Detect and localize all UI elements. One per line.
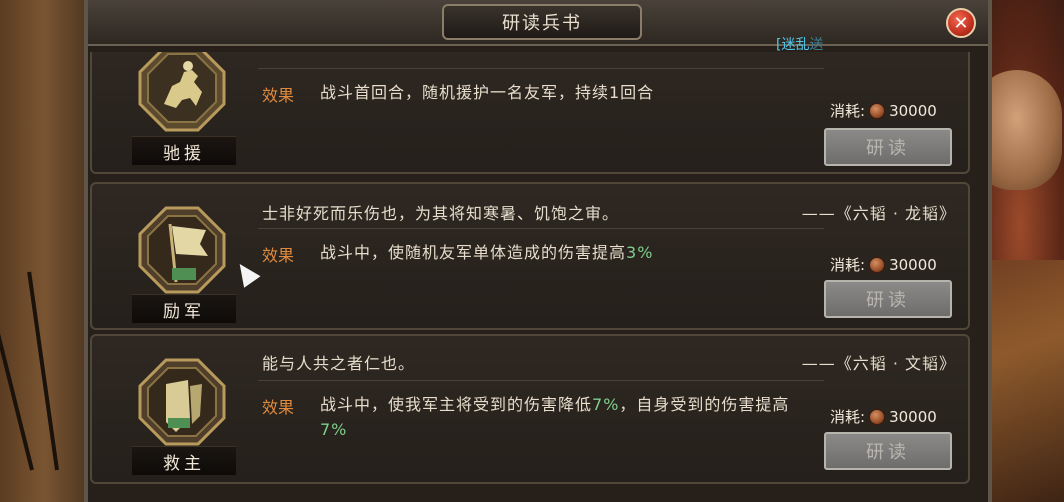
cost-value: 30000 xyxy=(889,407,937,426)
shield-icon xyxy=(136,356,228,448)
study-button[interactable]: 研读 xyxy=(824,280,952,318)
skill-name: 救主 xyxy=(132,446,236,475)
effect-text: 战斗中，使我军主将受到的伤害降低7%，自身受到的伤害提高7% xyxy=(320,392,810,442)
skill-quote: 士非好死而乐伤也，为其将知寒暑、饥饱之审。 xyxy=(262,204,620,223)
cost-value: 30000 xyxy=(889,255,937,274)
study-button[interactable]: 研读 xyxy=(824,128,952,166)
horse-rider-icon xyxy=(136,52,228,134)
study-book-dialog: 研读兵书 ✕ [迷乱送 驰援 效果 战斗首回合，随机援护一名友军，持续1回合 消… xyxy=(84,0,992,502)
divider xyxy=(258,380,824,381)
effect-label: 效果 xyxy=(262,398,295,417)
banner-icon xyxy=(136,204,228,296)
quote-source: ——《六韬 · 文韬》 xyxy=(801,354,956,373)
effect-label: 效果 xyxy=(262,86,295,105)
divider xyxy=(258,228,824,229)
skill-name: 励军 xyxy=(132,294,236,323)
effect-text-part1: 战斗中，使我军主将受到的伤害降低 xyxy=(320,395,593,414)
effect-text: 战斗首回合，随机援护一名友军，持续1回合 xyxy=(320,83,655,102)
skill-card-chiyuan: 驰援 效果 战斗首回合，随机援护一名友军，持续1回合 消耗: 30000 研读 xyxy=(90,52,970,174)
cost-display: 消耗: 30000 xyxy=(830,406,937,427)
skill-name: 驰援 xyxy=(132,136,236,165)
effect-text-main: 战斗中，使随机友军单体造成的伤害提高 xyxy=(320,243,627,262)
floating-tag: [迷乱送 xyxy=(776,37,824,53)
effect-percent: 3% xyxy=(626,243,654,262)
skill-list[interactable]: 驰援 效果 战斗首回合，随机援护一名友军，持续1回合 消耗: 30000 研读 xyxy=(88,52,988,502)
effect-percent-2: 7% xyxy=(320,420,348,439)
cost-display: 消耗: 30000 xyxy=(830,254,937,275)
close-button[interactable]: ✕ xyxy=(946,8,976,38)
cost-label: 消耗: xyxy=(830,408,866,426)
study-button[interactable]: 研读 xyxy=(824,432,952,470)
effect-text: 战斗中，使随机友军单体造成的伤害提高3% xyxy=(320,240,820,265)
effect-percent-1: 7% xyxy=(592,395,620,414)
cost-value: 30000 xyxy=(889,101,937,120)
dialog-title: 研读兵书 xyxy=(442,4,642,40)
coin-icon xyxy=(869,256,886,273)
coin-icon xyxy=(869,102,886,119)
close-icon: ✕ xyxy=(953,12,969,34)
cost-label: 消耗: xyxy=(830,256,866,274)
divider xyxy=(258,68,824,69)
skill-card-jiuzhu: 救主 能与人共之者仁也。 ——《六韬 · 文韬》 效果 战斗中，使我军主将受到的… xyxy=(90,334,970,484)
skill-card-lijun: 励军 士非好死而乐伤也，为其将知寒暑、饥饱之审。 ——《六韬 · 龙韬》 效果 … xyxy=(90,182,970,330)
cost-display: 消耗: 30000 xyxy=(830,100,937,121)
quote-source: ——《六韬 · 龙韬》 xyxy=(801,204,956,223)
effect-label: 效果 xyxy=(262,246,295,265)
coin-icon xyxy=(869,408,886,425)
skill-quote: 能与人共之者仁也。 xyxy=(262,354,416,373)
effect-text-part2: ，自身受到的伤害提高 xyxy=(619,395,790,414)
cost-label: 消耗: xyxy=(830,102,866,120)
